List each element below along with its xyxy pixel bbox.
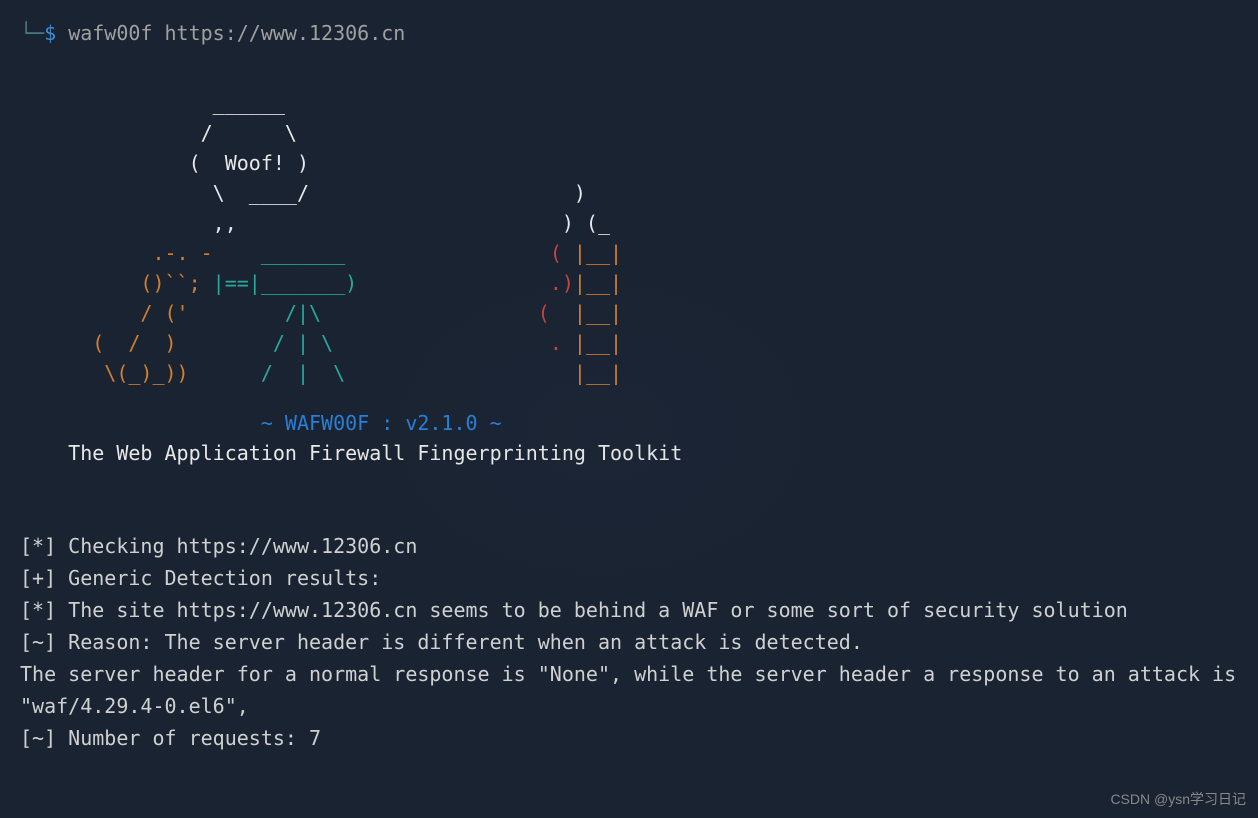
art-fire: . <box>550 331 574 355</box>
output-line: [+] Generic Detection results: <box>20 566 381 590</box>
ascii-art: ______ / \ ( Woof! ) \ ____/ ) ,, ) (_ .… <box>0 48 1258 388</box>
art-line: ( Woof! ) <box>20 151 309 175</box>
watermark: CSDN @ysn学习日记 <box>1110 789 1246 810</box>
art-scope: /|\ <box>285 301 538 325</box>
art-wall: |__| <box>574 301 622 325</box>
art-dog: ( / ) <box>20 331 273 355</box>
art-scope: |==|_______) <box>213 271 550 295</box>
terminal-output: [*] Checking https://www.12306.cn [+] Ge… <box>0 468 1258 754</box>
prompt-dollar: $ <box>44 21 56 45</box>
art-wall: |__| <box>574 361 622 385</box>
art-wall: |__| <box>574 331 622 355</box>
art-scope: / | \ <box>273 331 550 355</box>
art-fire: ( <box>550 241 574 265</box>
command-prompt[interactable]: └─$ wafw00f https://www.12306.cn <box>0 10 1258 48</box>
prompt-branch: └─ <box>20 21 44 45</box>
banner-version: ~ WAFW00F : v2.1.0 ~ <box>0 408 1258 438</box>
art-line: / \ <box>20 121 297 145</box>
output-line: The server header for a normal response … <box>20 662 1248 718</box>
menu-bar: File Actions Edit View Help <box>0 0 1258 10</box>
banner-subtitle: The Web Application Firewall Fingerprint… <box>0 438 1258 468</box>
art-wall: |__| <box>574 241 622 265</box>
art-dog: .-. - <box>20 241 261 265</box>
output-line: [*] The site https://www.12306.cn seems … <box>20 598 1128 622</box>
art-dog: \(_)_)) <box>20 361 261 385</box>
art-scope: / | \ <box>261 361 574 385</box>
output-line: [*] Checking https://www.12306.cn <box>20 534 417 558</box>
art-wall: |__| <box>574 271 622 295</box>
command-text: wafw00f https://www.12306.cn <box>68 21 405 45</box>
art-fire: .) <box>550 271 574 295</box>
art-line: \ ____/ ) <box>20 181 586 205</box>
output-line: [~] Reason: The server header is differe… <box>20 630 863 654</box>
art-line: ,, ) (_ <box>20 211 610 235</box>
art-fire: ( <box>538 301 574 325</box>
art-line: ______ <box>20 91 285 115</box>
art-scope: _______ <box>261 241 550 265</box>
art-dog: / (' <box>20 301 285 325</box>
output-line: [~] Number of requests: 7 <box>20 726 321 750</box>
art-dog: ()``; <box>20 271 213 295</box>
